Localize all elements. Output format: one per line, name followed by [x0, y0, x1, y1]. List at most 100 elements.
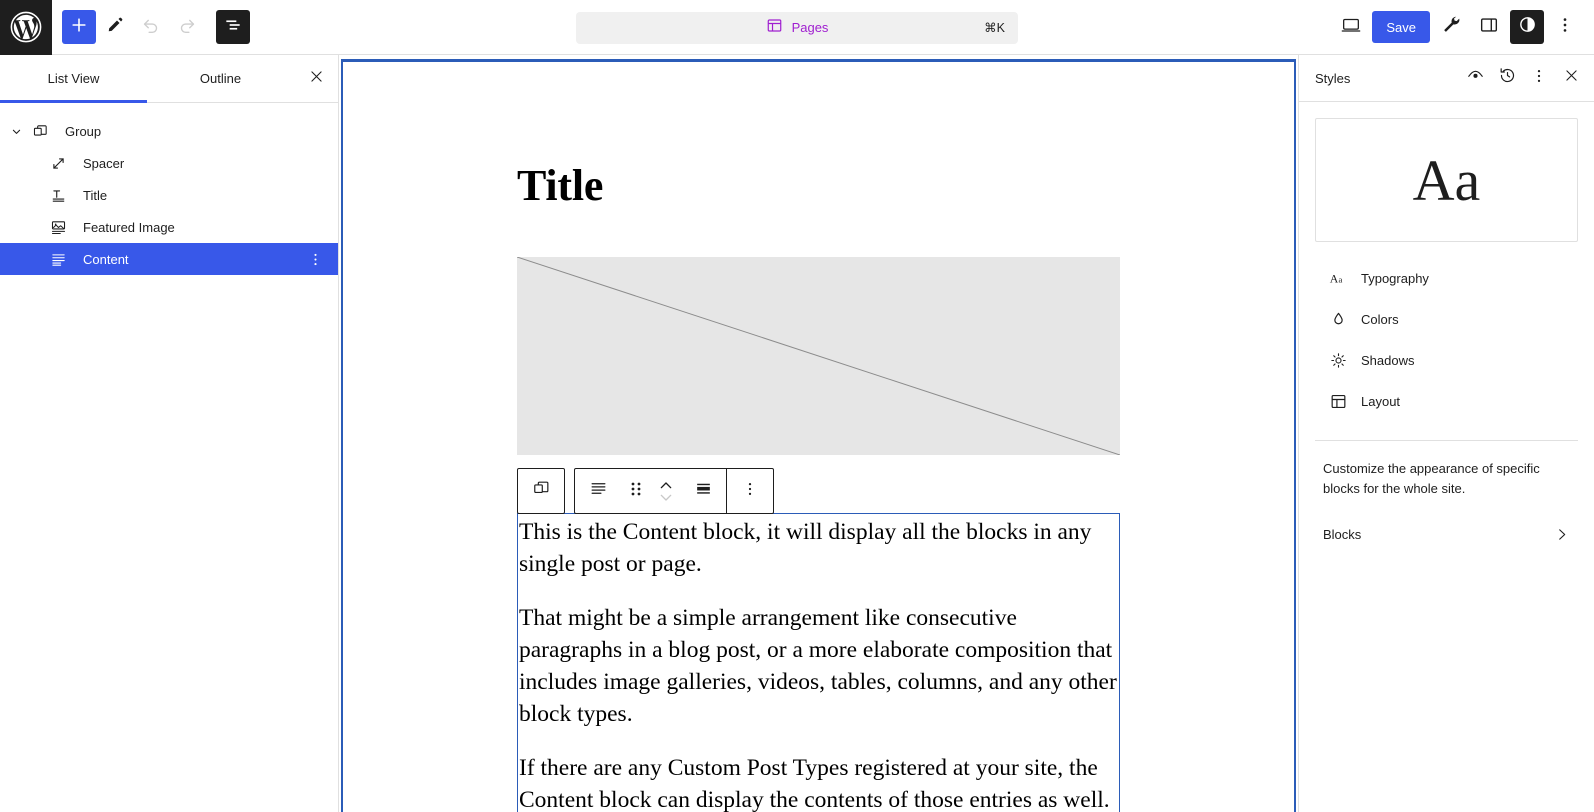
top-toolbar-right-group: Save [1334, 10, 1594, 44]
wordpress-logo-icon [9, 10, 43, 44]
drag-handle-icon [629, 480, 643, 503]
pages-layout-icon [766, 17, 783, 39]
group-block-icon [532, 479, 551, 503]
styles-menu-item-layout[interactable]: Layout [1315, 381, 1578, 422]
more-vertical-icon [1555, 15, 1575, 40]
revisions-button[interactable] [1492, 63, 1522, 93]
wordpress-logo-button[interactable] [0, 0, 52, 55]
chevron-down-icon[interactable] [4, 124, 28, 139]
chevron-right-icon [1553, 526, 1570, 543]
tab-outline-label: Outline [199, 71, 242, 86]
tree-item-title[interactable]: Title [0, 179, 338, 211]
styles-sidebar-body: Aa A a Typography Colors Shadows Layout … [1299, 102, 1594, 571]
top-toolbar-left-group [52, 10, 250, 44]
tree-item-title-label: Title [83, 187, 108, 203]
select-parent-block-button[interactable] [518, 469, 564, 513]
content-paragraph-2[interactable]: That might be a simple arrangement like … [519, 603, 1118, 731]
block-toolbar [517, 468, 774, 514]
add-block-button[interactable] [62, 10, 96, 44]
styles-blocks-navigation-button[interactable]: Blocks [1315, 513, 1578, 555]
shadow-sun-icon [1323, 351, 1353, 370]
title-block-icon [46, 187, 70, 204]
command-bar-label: Pages [791, 20, 829, 35]
more-options-button[interactable] [1548, 10, 1582, 44]
selected-group-block-canvas[interactable]: Title This is the Content block, it will… [341, 59, 1296, 812]
content-block-selected[interactable]: This is the Content block, it will displ… [517, 513, 1120, 812]
block-movers [651, 469, 681, 513]
styles-contrast-icon [1517, 14, 1538, 40]
styles-menu-item-colors-label: Colors [1361, 312, 1399, 327]
styles-menu-item-colors[interactable]: Colors [1315, 299, 1578, 340]
tree-item-group-label: Group [65, 123, 102, 139]
styles-menu-item-shadows-label: Shadows [1361, 353, 1415, 368]
save-button[interactable]: Save [1372, 11, 1430, 43]
tab-list-view[interactable]: List View [0, 55, 147, 103]
preview-device-button[interactable] [1334, 10, 1368, 44]
styles-menu-item-shadows[interactable]: Shadows [1315, 340, 1578, 381]
wrench-icon [1441, 14, 1462, 40]
close-list-view-button[interactable] [294, 55, 338, 102]
featured-image-placeholder[interactable] [517, 257, 1120, 455]
desktop-preview-icon [1340, 14, 1362, 41]
plus-icon [69, 15, 89, 40]
styles-sidebar-title: Styles [1315, 70, 1351, 86]
tree-item-group[interactable]: Group [0, 115, 338, 147]
move-up-button[interactable] [658, 480, 674, 490]
styles-sidebar-actions [1460, 63, 1586, 93]
page-title[interactable]: Title [517, 160, 1120, 211]
block-tree: Group Spacer Title Featured Image Conten… [0, 103, 338, 275]
block-type-button[interactable] [575, 469, 621, 513]
tree-item-content-options-button[interactable] [307, 251, 324, 268]
tools-button[interactable] [1434, 10, 1468, 44]
layout-grid-icon [1323, 392, 1353, 411]
top-toolbar: Pages ⌘K Save [0, 0, 1594, 55]
more-vertical-icon [741, 480, 759, 503]
tab-outline[interactable]: Outline [147, 55, 294, 102]
move-down-button[interactable] [658, 493, 674, 503]
block-align-button[interactable] [681, 469, 727, 513]
styles-menu-item-layout-label: Layout [1361, 394, 1401, 409]
block-drag-handle[interactable] [621, 469, 651, 513]
sidebar-panel-icon [1478, 14, 1500, 41]
featured-image-block-icon [46, 219, 70, 236]
list-view-sidebar: List View Outline Group Spacer Title Fea… [0, 55, 339, 812]
editor-canvas-area: Title This is the Content block, it will… [339, 55, 1298, 812]
wordpress-site-editor: Pages ⌘K Save List View Outline Group Sp… [0, 0, 1594, 812]
list-view-toggle-button[interactable] [216, 10, 250, 44]
content-paragraph-1[interactable]: This is the Content block, it will displ… [519, 517, 1118, 581]
styles-button[interactable] [1510, 10, 1544, 44]
styles-blocks-description: Customize the appearance of specific blo… [1323, 461, 1540, 497]
block-options-button[interactable] [727, 469, 773, 513]
redo-button[interactable] [170, 10, 204, 44]
command-bar-shortcut: ⌘K [984, 21, 1005, 35]
command-bar[interactable]: Pages ⌘K [576, 11, 1018, 44]
more-vertical-icon [1530, 67, 1548, 90]
close-styles-sidebar-button[interactable] [1556, 63, 1586, 93]
styles-sidebar: Styles Aa A a Typography Colors Shadows … [1298, 55, 1594, 812]
list-view-tabs: List View Outline [0, 55, 338, 103]
undo-button[interactable] [134, 10, 168, 44]
block-toolbar-main-group [574, 468, 774, 514]
style-preview-text: Aa [1412, 147, 1481, 213]
tree-item-content[interactable]: Content [0, 243, 338, 275]
select-parent-block-group [517, 468, 565, 514]
typography-icon: A a [1323, 269, 1353, 288]
editor-body: List View Outline Group Spacer Title Fea… [0, 55, 1594, 812]
list-view-icon [223, 15, 243, 40]
eye-icon [1466, 66, 1485, 90]
style-book-preview-button[interactable] [1460, 63, 1490, 93]
styles-menu: A a Typography Colors Shadows Layout [1315, 258, 1578, 422]
tree-item-featured-image-label: Featured Image [83, 219, 175, 235]
tree-item-spacer[interactable]: Spacer [0, 147, 338, 179]
pencil-icon [105, 15, 125, 40]
styles-menu-item-typography[interactable]: A a Typography [1315, 258, 1578, 299]
styles-more-options-button[interactable] [1524, 63, 1554, 93]
align-block-icon [694, 479, 713, 503]
settings-sidebar-button[interactable] [1472, 10, 1506, 44]
edit-tool-button[interactable] [98, 10, 132, 44]
content-paragraph-3[interactable]: If there are any Custom Post Types regis… [519, 753, 1118, 812]
styles-sidebar-header: Styles [1299, 55, 1594, 102]
tree-item-featured-image[interactable]: Featured Image [0, 211, 338, 243]
close-icon [308, 68, 325, 90]
style-preview-card[interactable]: Aa [1315, 118, 1578, 242]
